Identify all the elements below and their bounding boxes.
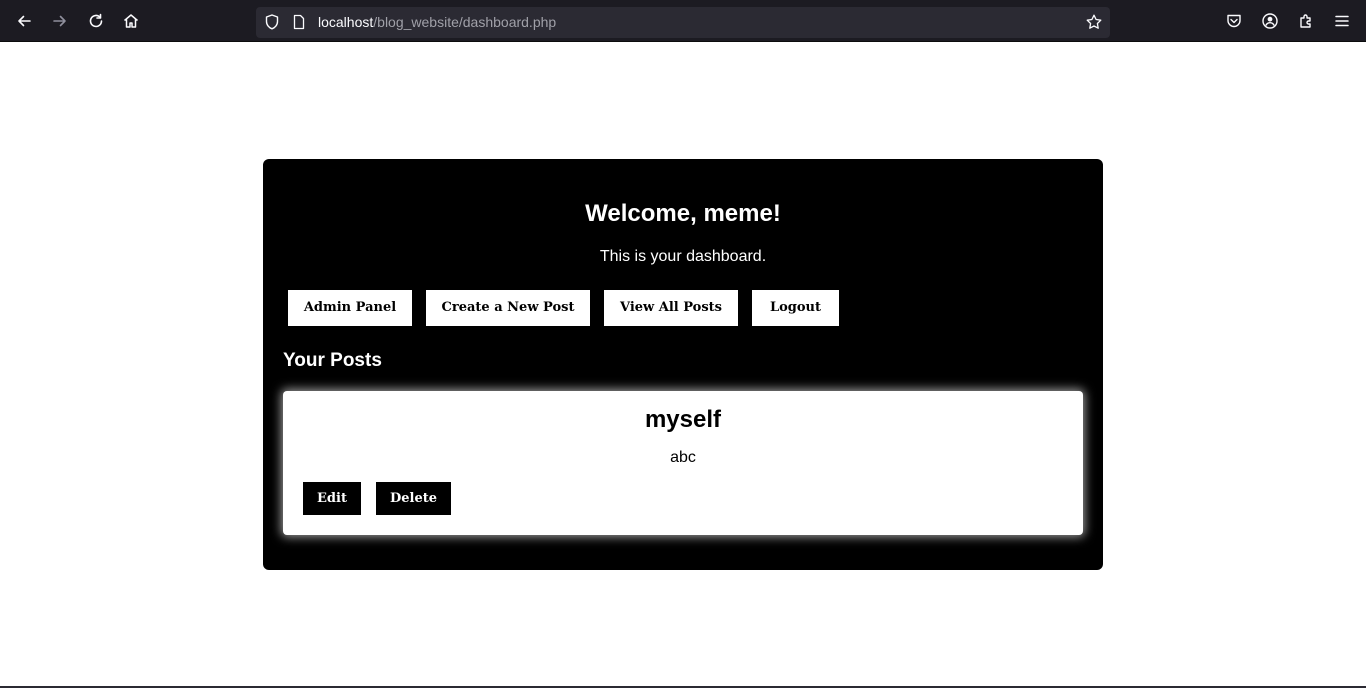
welcome-heading: Welcome, meme!	[585, 200, 781, 227]
edit-post-button[interactable]: Edit	[303, 482, 361, 515]
post-card: myself abc Edit Delete	[283, 391, 1083, 535]
url-path: /blog_website/dashboard.php	[373, 14, 557, 30]
url-bar[interactable]: localhost/blog_website/dashboard.php	[256, 7, 1110, 38]
admin-panel-button[interactable]: Admin Panel	[288, 290, 412, 326]
home-icon[interactable]	[119, 9, 143, 33]
page-icon	[293, 14, 305, 30]
post-title: myself	[644, 406, 722, 433]
back-icon[interactable]	[12, 9, 36, 33]
post-body: abc	[670, 449, 696, 466]
url-host: localhost	[318, 14, 374, 30]
pocket-icon[interactable]	[1225, 12, 1243, 30]
shield-icon[interactable]	[263, 13, 281, 31]
menu-icon[interactable]	[1333, 12, 1351, 30]
create-post-button[interactable]: Create a New Post	[426, 290, 590, 326]
dashboard-subtitle: This is your dashboard.	[599, 248, 767, 265]
your-posts-heading: Your Posts	[283, 350, 382, 371]
bookmark-star-icon[interactable]	[1085, 13, 1103, 31]
reload-icon[interactable]	[84, 9, 108, 33]
url-text[interactable]: localhost/blog_website/dashboard.php	[318, 14, 556, 31]
logout-button[interactable]: Logout	[752, 290, 839, 326]
browser-toolbar: localhost/blog_website/dashboard.php	[0, 0, 1366, 42]
page-content: Welcome, meme! This is your dashboard. A…	[0, 43, 1366, 688]
extensions-icon[interactable]	[1297, 12, 1315, 30]
account-icon[interactable]	[1261, 12, 1279, 30]
forward-icon[interactable]	[48, 9, 72, 33]
delete-post-button[interactable]: Delete	[376, 482, 451, 515]
dashboard-panel: Welcome, meme! This is your dashboard. A…	[263, 159, 1103, 570]
view-all-posts-button[interactable]: View All Posts	[604, 290, 738, 326]
